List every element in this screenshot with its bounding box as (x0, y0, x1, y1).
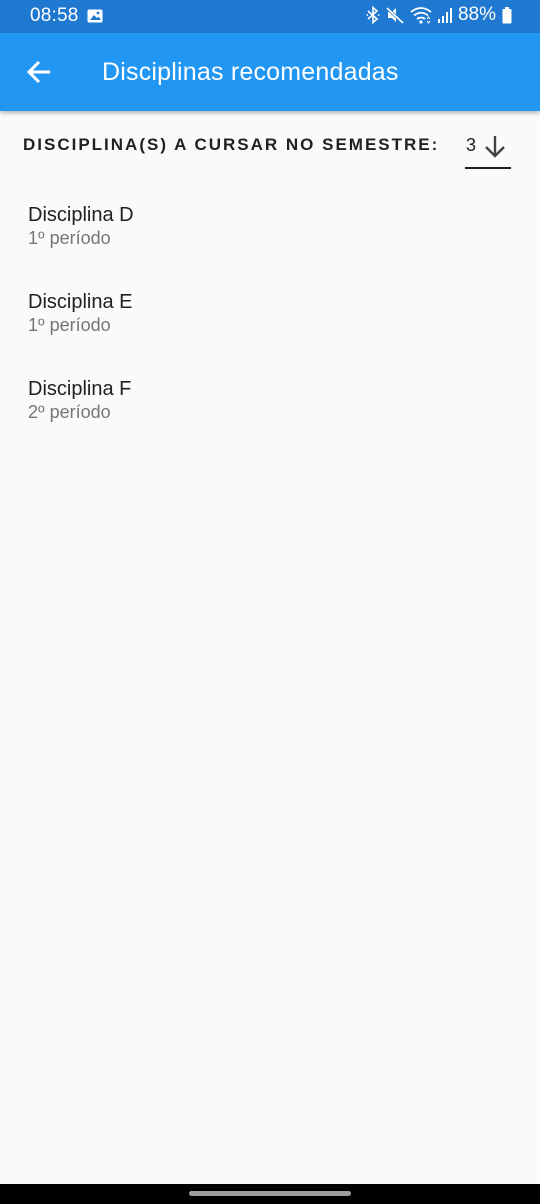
home-indicator[interactable] (189, 1191, 351, 1196)
page-title: Disciplinas recomendadas (102, 58, 399, 86)
list-item[interactable]: Disciplina E 1º período (0, 283, 540, 370)
course-list: Disciplina D 1º período Disciplina E 1º … (0, 196, 540, 457)
battery-percent: 88% (457, 4, 496, 25)
image-icon (87, 9, 103, 23)
semester-dropdown[interactable]: 3 (465, 131, 511, 169)
battery-icon (502, 6, 512, 23)
status-time: 08:58 (30, 5, 79, 26)
course-period: 1º período (28, 315, 111, 335)
course-name: Disciplina F (28, 378, 132, 400)
arrow-back-icon (26, 60, 50, 84)
semester-selector-row: DISCIPLINA(S) A CURSAR NO SEMESTRE: 3 (0, 111, 540, 181)
list-item[interactable]: Disciplina F 2º período (0, 370, 540, 457)
status-icons: 88% (366, 4, 512, 26)
back-button[interactable] (18, 51, 60, 93)
course-period: 2º período (28, 402, 111, 422)
semester-dropdown-value: 3 (466, 135, 477, 155)
navigation-bar (0, 1184, 540, 1204)
status-bar: 08:58 88% (0, 0, 540, 33)
course-name: Disciplina E (28, 291, 133, 313)
wifi-icon (410, 7, 432, 24)
signal-icon (437, 8, 452, 23)
semester-label: DISCIPLINA(S) A CURSAR NO SEMESTRE: (23, 135, 440, 154)
course-period: 1º período (28, 228, 111, 248)
arrow-down-icon (485, 136, 505, 158)
list-item[interactable]: Disciplina D 1º período (0, 196, 540, 283)
course-name: Disciplina D (28, 204, 134, 226)
bluetooth-icon (366, 6, 380, 24)
app-bar: Disciplinas recomendadas (0, 33, 540, 111)
mute-icon (385, 6, 404, 24)
